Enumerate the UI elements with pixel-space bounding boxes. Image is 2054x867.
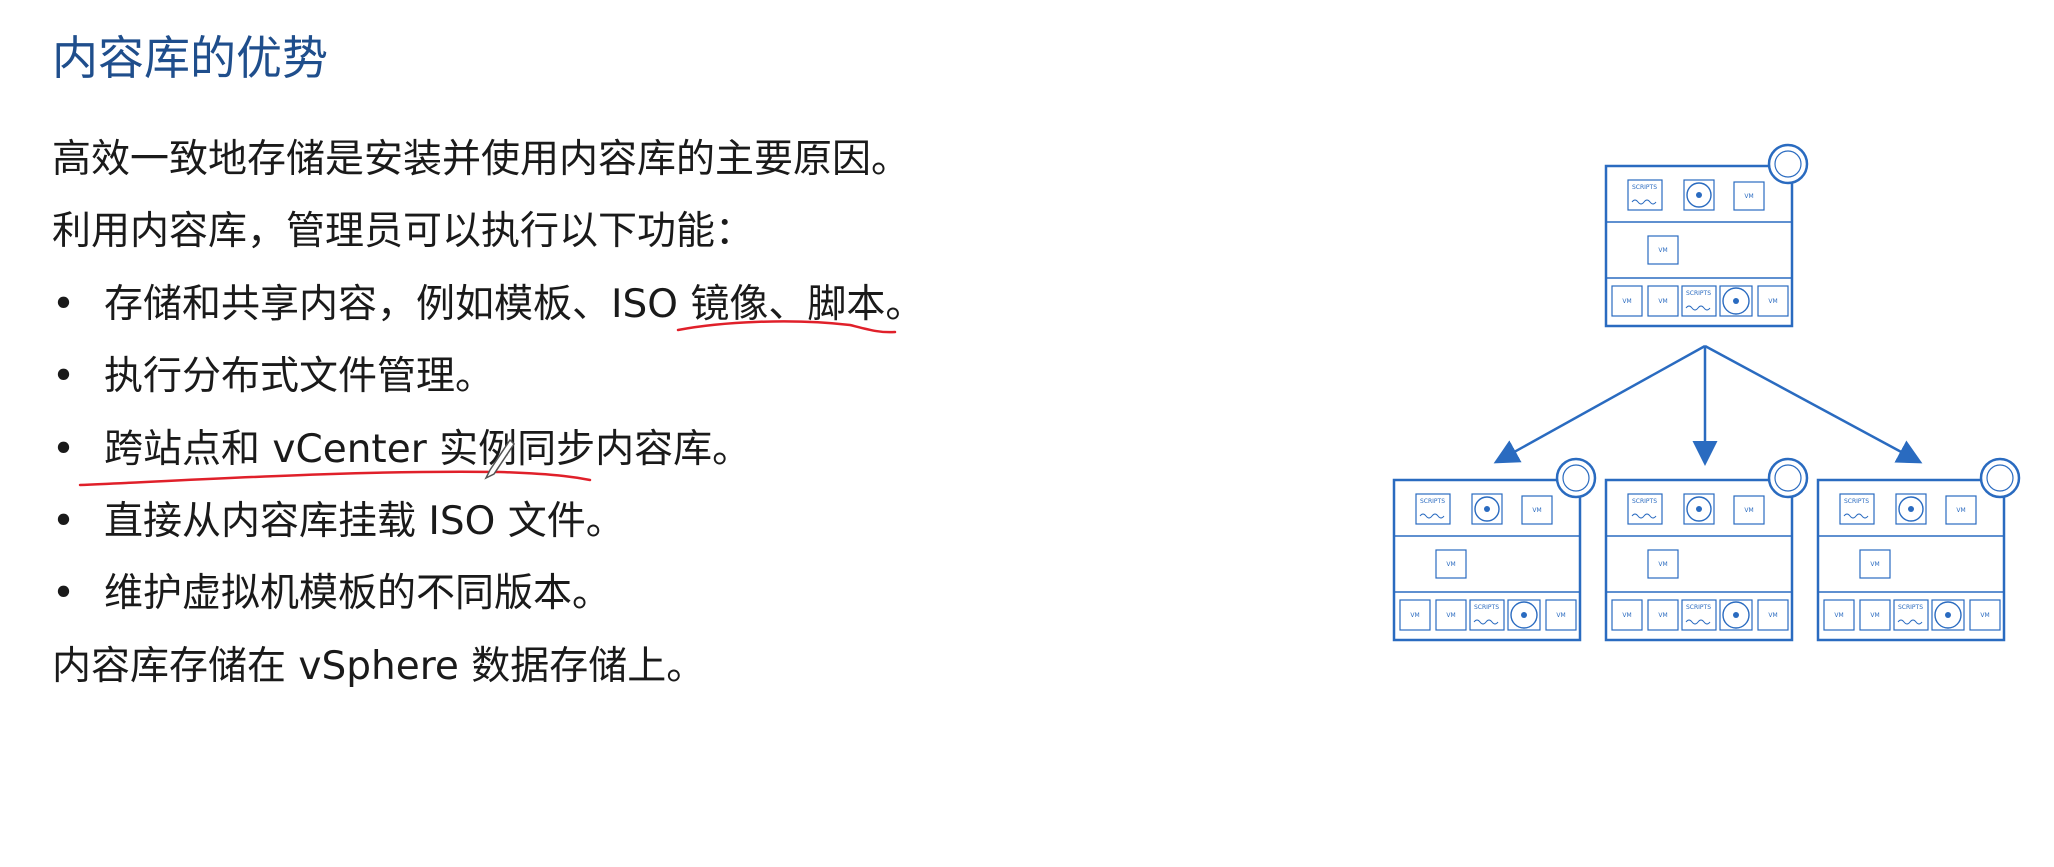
sync-arrow-1 (1493, 344, 1706, 464)
svg-text:SCRIPTS: SCRIPTS (1420, 498, 1445, 505)
svg-text:VM: VM (1834, 612, 1843, 619)
svg-text:VM: VM (1556, 612, 1565, 619)
svg-text:VM: VM (1744, 193, 1753, 200)
svg-text:SCRIPTS: SCRIPTS (1632, 498, 1657, 505)
content-library-diagram: SCRIPTSVMVMVM VMSCRIPTSVMSCRIPTSVMVMVM VMS… (1392, 143, 2021, 642)
svg-text:VM: VM (1410, 612, 1419, 619)
subscribed-library-2: SCRIPTS VM VM VM VM SCRIPTS VM (1604, 457, 1809, 642)
svg-text:VM: VM (1658, 561, 1667, 568)
svg-text:VM: VM (1622, 298, 1631, 305)
svg-text:SCRIPTS: SCRIPTS (1898, 604, 1923, 611)
svg-text:SCRIPTS: SCRIPTS (1844, 498, 1869, 505)
svg-text:VM: VM (1658, 247, 1667, 254)
source-library: SCRIPTS VM VM VM VM SCRIPTS VM (1604, 143, 1809, 328)
svg-text:VM: VM (1446, 561, 1455, 568)
svg-text:SCRIPTS: SCRIPTS (1686, 604, 1711, 611)
svg-text:VM: VM (1768, 612, 1777, 619)
svg-text:VM: VM (1658, 298, 1667, 305)
svg-text:SCRIPTS: SCRIPTS (1474, 604, 1499, 611)
subscribed-library-3: SCRIPTS VM VM VM VM SCRIPTS VM (1816, 457, 2021, 642)
svg-text:VM: VM (1870, 561, 1879, 568)
svg-text:SCRIPTS: SCRIPTS (1686, 290, 1711, 297)
svg-text:VM: VM (1446, 612, 1455, 619)
svg-text:SCRIPTS: SCRIPTS (1632, 184, 1657, 191)
svg-text:VM: VM (1744, 507, 1753, 514)
subscribed-library-1: SCRIPTS VM VM VM VM SCRIPTS VM (1392, 457, 1597, 642)
svg-text:VM: VM (1870, 612, 1879, 619)
svg-text:VM: VM (1956, 507, 1965, 514)
svg-text:VM: VM (1658, 612, 1667, 619)
svg-text:VM: VM (1980, 612, 1989, 619)
svg-text:VM: VM (1768, 298, 1777, 305)
svg-text:VM: VM (1622, 612, 1631, 619)
svg-text:VM: VM (1532, 507, 1541, 514)
sync-arrow-3 (1704, 344, 1923, 464)
